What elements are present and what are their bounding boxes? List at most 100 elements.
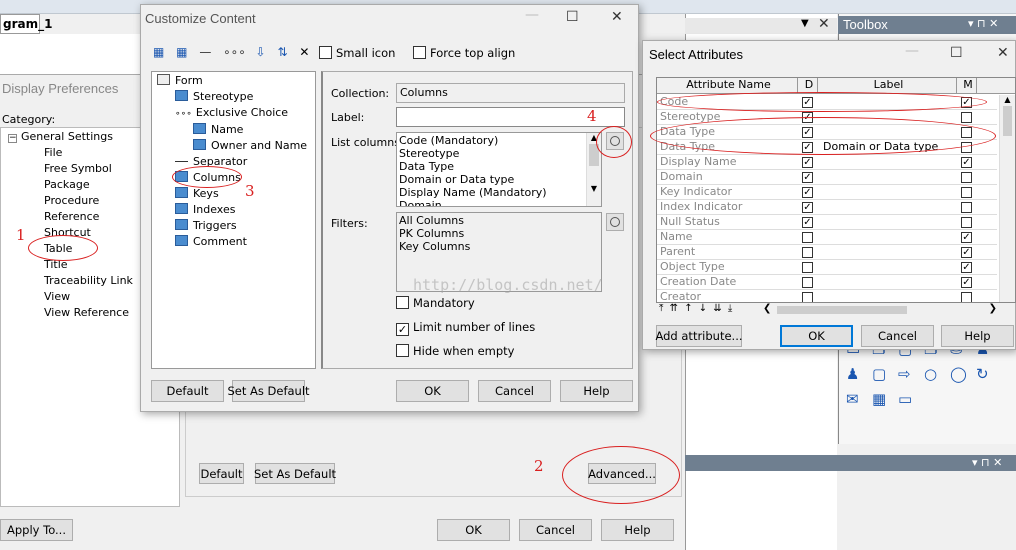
tree-node-package[interactable]: Package bbox=[8, 178, 133, 194]
m-checkbox[interactable] bbox=[961, 172, 972, 183]
small-icon-box[interactable] bbox=[319, 46, 332, 59]
force-top-align-box[interactable] bbox=[413, 46, 426, 59]
list-item[interactable]: Domain or Data type bbox=[399, 173, 599, 186]
table-row[interactable]: Object Type ✓ bbox=[657, 260, 997, 275]
tree-node-view-reference[interactable]: View Reference bbox=[8, 306, 133, 322]
header-d[interactable]: D bbox=[798, 78, 818, 93]
table-row[interactable]: Null Status ✓ bbox=[657, 215, 997, 230]
panel-close-icon[interactable]: ✕ bbox=[818, 16, 830, 32]
table-row[interactable]: Parent ✓ bbox=[657, 245, 997, 260]
table-row[interactable]: Domain ✓ bbox=[657, 170, 997, 185]
list-item[interactable]: Domain bbox=[399, 199, 599, 206]
tree-triggers[interactable]: Triggers bbox=[157, 218, 307, 234]
hide-empty-box[interactable] bbox=[396, 344, 409, 357]
grid-v-scrollbar[interactable]: ▲ bbox=[999, 95, 1015, 302]
tree-owner-and-name[interactable]: Owner and Name bbox=[157, 138, 307, 154]
scroll-left-icon[interactable]: ❮ bbox=[763, 303, 771, 314]
filter-item[interactable]: PK Columns bbox=[399, 227, 599, 240]
d-checkbox[interactable]: ✓ bbox=[802, 157, 813, 168]
default-button[interactable]: Default bbox=[199, 463, 244, 484]
move-top-icon[interactable]: ⤒ bbox=[659, 303, 663, 314]
d-checkbox[interactable]: ✓ bbox=[802, 187, 813, 198]
shape-actor-icon[interactable]: ♟ bbox=[846, 365, 872, 383]
limit-lines-checkbox[interactable]: ✓ Limit number of lines bbox=[396, 320, 535, 336]
table-row[interactable]: Key Indicator ✓ bbox=[657, 185, 997, 200]
shape-table-icon[interactable]: ▦ bbox=[872, 390, 898, 408]
grid-nav-buttons[interactable]: ⤒ ⇈ ↑ ↓ ⇊ ⤓ bbox=[659, 303, 732, 314]
list-item[interactable]: Stereotype bbox=[399, 147, 599, 160]
cc-ok-button[interactable]: OK bbox=[396, 380, 469, 402]
shape-frame-icon[interactable]: ▭ bbox=[898, 390, 924, 408]
move-icon[interactable]: ⇩ bbox=[256, 45, 266, 59]
d-checkbox[interactable] bbox=[802, 277, 813, 288]
m-checkbox[interactable] bbox=[961, 202, 972, 213]
help-button[interactable]: Help bbox=[601, 519, 674, 541]
scroll-thumb[interactable] bbox=[1003, 106, 1012, 136]
table-row[interactable]: Creation Date ✓ bbox=[657, 275, 997, 290]
collapse-icon[interactable]: − bbox=[8, 134, 17, 143]
list-item[interactable]: Display Name (Mandatory) bbox=[399, 186, 599, 199]
separator-icon[interactable]: — bbox=[199, 45, 211, 59]
shape-arrow-icon[interactable]: ⇨ bbox=[898, 365, 924, 383]
d-checkbox[interactable]: ✓ bbox=[802, 172, 813, 183]
add-child-icon[interactable]: ▦ bbox=[176, 45, 187, 59]
shape-circle-icon[interactable]: ○ bbox=[924, 365, 950, 383]
tree-indexes[interactable]: Indexes bbox=[157, 202, 307, 218]
move-up-icon[interactable]: ↑ bbox=[684, 303, 692, 314]
scroll-right-icon[interactable]: ❯ bbox=[989, 303, 997, 314]
table-row[interactable]: Display Name ✓ ✓ bbox=[657, 155, 997, 170]
small-icon-checkbox[interactable]: Small icon bbox=[319, 46, 395, 60]
sa-cancel-button[interactable]: Cancel bbox=[861, 325, 934, 347]
m-checkbox[interactable] bbox=[961, 112, 972, 123]
minimize-icon[interactable]: — bbox=[525, 7, 539, 23]
tree-comment[interactable]: Comment bbox=[157, 234, 307, 250]
list-item[interactable]: Code (Mandatory) bbox=[399, 134, 599, 147]
header-attribute-name[interactable]: Attribute Name bbox=[657, 78, 798, 93]
tree-form[interactable]: Form bbox=[157, 73, 307, 89]
mandatory-checkbox[interactable]: Mandatory bbox=[396, 296, 475, 310]
move-up-fast-icon[interactable]: ⇈ bbox=[670, 303, 678, 314]
filter-item[interactable]: All Columns bbox=[399, 214, 599, 227]
shape-loop-icon[interactable]: ↻ bbox=[976, 365, 1002, 383]
add-attribute-button[interactable]: Add attribute... bbox=[655, 325, 743, 347]
ok-button[interactable]: OK bbox=[437, 519, 510, 541]
tree-node-traceability-link[interactable]: Traceability Link bbox=[8, 274, 133, 290]
category-tree[interactable]: − General Settings File Free Symbol Packa… bbox=[8, 130, 133, 322]
mandatory-box[interactable] bbox=[396, 296, 409, 309]
cc-default-button[interactable]: Default bbox=[151, 380, 224, 402]
shape-ellipse-icon[interactable]: ◯ bbox=[950, 365, 976, 383]
move-down-icon[interactable]: ↓ bbox=[699, 303, 707, 314]
tree-node-free-symbol[interactable]: Free Symbol bbox=[8, 162, 133, 178]
tree-node-procedure[interactable]: Procedure bbox=[8, 194, 133, 210]
tree-node-view[interactable]: View bbox=[8, 290, 133, 306]
tree-name[interactable]: Name bbox=[157, 122, 307, 138]
filter-item[interactable]: Key Columns bbox=[399, 240, 599, 253]
close-icon[interactable]: ✕ bbox=[611, 9, 623, 25]
pin-down-icon[interactable]: ▼ bbox=[801, 18, 809, 29]
scroll-up-icon[interactable]: ▲ bbox=[1000, 95, 1015, 104]
move-bottom-icon[interactable]: ⤓ bbox=[728, 303, 732, 314]
table-row[interactable]: Index Indicator ✓ bbox=[657, 200, 997, 215]
tree-node-reference[interactable]: Reference bbox=[8, 210, 133, 226]
tree-exclusive-choice[interactable]: ∘∘∘ Exclusive Choice bbox=[157, 105, 307, 122]
exclusive-icon[interactable]: ∘∘∘ bbox=[223, 45, 246, 59]
d-checkbox[interactable] bbox=[802, 292, 813, 302]
tree-stereotype[interactable]: Stereotype bbox=[157, 89, 307, 105]
cc-cancel-button[interactable]: Cancel bbox=[478, 380, 551, 402]
m-checkbox[interactable] bbox=[961, 217, 972, 228]
select-filters-button[interactable] bbox=[606, 213, 624, 231]
scroll-down-icon[interactable]: ▼ bbox=[587, 184, 601, 193]
list-columns-listbox[interactable]: Code (Mandatory) Stereotype Data Type Do… bbox=[396, 132, 602, 207]
m-checkbox[interactable]: ✓ bbox=[961, 157, 972, 168]
delete-icon[interactable]: ✕ bbox=[299, 45, 309, 59]
m-checkbox[interactable]: ✓ bbox=[961, 277, 972, 288]
move-down-fast-icon[interactable]: ⇊ bbox=[713, 303, 721, 314]
tree-node-file[interactable]: File bbox=[8, 146, 133, 162]
output-panel-controls[interactable]: ▾ ⊓ ✕ bbox=[972, 456, 1002, 469]
cc-set-as-default-button[interactable]: Set As Default bbox=[227, 380, 310, 402]
sort-icon[interactable]: ⇅ bbox=[277, 45, 287, 59]
table-row[interactable]: Name ✓ bbox=[657, 230, 997, 245]
cancel-button[interactable]: Cancel bbox=[519, 519, 592, 541]
d-checkbox[interactable]: ✓ bbox=[802, 202, 813, 213]
d-checkbox[interactable] bbox=[802, 232, 813, 243]
